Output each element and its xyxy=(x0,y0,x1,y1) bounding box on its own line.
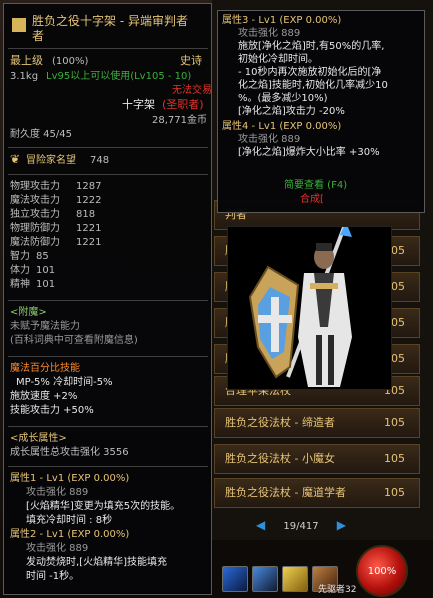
attr1-sub: 攻击强化 889 xyxy=(26,487,89,498)
skill-line: 施放速度 +2% xyxy=(10,391,78,402)
stat-value: 1222 xyxy=(76,195,102,206)
enchant-header: <附魔> xyxy=(10,307,47,318)
attr3-desc-line: 化之焰]技能时,初始化几率减少10 xyxy=(238,80,388,91)
stat-value: 101 xyxy=(36,265,56,276)
prev-page-icon[interactable]: ◀ xyxy=(256,518,265,534)
divider xyxy=(8,48,208,49)
item-type-tag: (圣职者) xyxy=(162,98,204,111)
skill-line: MP-5% 冷却时间-5% xyxy=(16,377,113,388)
attr2-sub: 攻击强化 889 xyxy=(26,543,89,554)
skill-slot-icon[interactable] xyxy=(282,566,308,592)
grade: 最上级 xyxy=(10,54,43,67)
growth-header: <成长属性> xyxy=(10,433,67,444)
skill-slot-icon[interactable] xyxy=(222,566,248,592)
stat-label: 智力 xyxy=(10,251,30,262)
stat-value: 1287 xyxy=(76,181,102,192)
page-indicator: 19/417 xyxy=(283,520,319,532)
divider xyxy=(8,426,208,427)
stat-label: 魔法攻击力 xyxy=(10,195,60,206)
stat-label: 体力 xyxy=(10,265,30,276)
stat-label: 物理防御力 xyxy=(10,223,60,234)
recipe-level: 105 xyxy=(384,451,405,465)
recipe-name: 胜负之役法杖 - 缔造者 xyxy=(225,415,335,429)
item-preview-image xyxy=(227,226,392,390)
stat-label: 物理攻击力 xyxy=(10,181,60,192)
recipe-level: 105 xyxy=(384,415,405,429)
stat-value: 85 xyxy=(36,251,49,262)
enchant-none: 未赋予魔法能力 xyxy=(10,321,80,332)
recipe-name: 胜负之役法杖 - 小魔女 xyxy=(225,451,335,465)
rarity: 史诗 xyxy=(180,54,202,67)
divider xyxy=(8,147,208,148)
item-tooltip: 胜负之役十字架 - 异端审判者 者 最上级 (100%) 史诗 3.1kg Lv… xyxy=(3,3,212,595)
level-req: Lv95以上可以使用(Lv105 - 10) xyxy=(46,71,192,82)
attr4-desc-line: [净化之焰]爆炸大小比率 +30% xyxy=(238,147,380,158)
attr1-desc-line: [火焰精华]变更为填充5次的技能。 xyxy=(26,501,181,512)
attr2-header: 属性2 - Lv1 (EXP 0.00%) xyxy=(10,529,130,540)
skill-slot-icon[interactable] xyxy=(252,566,278,592)
next-page-icon[interactable]: ▶ xyxy=(337,518,346,534)
gold-price: 28,771金币 xyxy=(152,115,207,126)
skill-line: 魔法百分比技能 xyxy=(10,363,80,374)
pager: ◀ 19/417 ▶ xyxy=(256,518,346,534)
recipe-name: 胜负之役法杖 - 魔道学者 xyxy=(225,485,346,499)
stat-value: 1221 xyxy=(76,223,102,234)
divider xyxy=(8,174,208,175)
attr1-header: 属性1 - Lv1 (EXP 0.00%) xyxy=(10,473,130,484)
attr3-header: 属性3 - Lv1 (EXP 0.00%) xyxy=(222,15,342,26)
brief-view-link[interactable]: 简要查看 (F4) xyxy=(284,179,347,192)
skill-line: 技能攻击力 +50% xyxy=(10,405,94,416)
growth-total: 成长属性总攻击强化 3556 xyxy=(10,447,129,458)
fame-icon: ❦ xyxy=(10,152,21,166)
weight: 3.1kg xyxy=(10,71,39,82)
recipe-item[interactable]: 胜负之役法杖 - 小魔女 105 xyxy=(214,444,420,474)
attr4-sub: 攻击强化 889 xyxy=(238,134,301,145)
attr4-header: 属性4 - Lv1 (EXP 0.00%) xyxy=(222,121,342,132)
stat-value: 101 xyxy=(36,279,56,290)
trade-status: 无法交易 xyxy=(172,85,212,96)
attr2-desc-line: 时间 -1秒。 xyxy=(26,571,80,582)
attr3-desc-line: - 10秒内再次施放初始化后的[净 xyxy=(238,67,382,78)
item-name-cont: 者 xyxy=(32,29,45,43)
enchant-hint: (百科词典中可查看附魔信息) xyxy=(10,335,138,346)
recipe-item[interactable]: 胜负之役法杖 - 缔造者 105 xyxy=(214,408,420,438)
attr3-sub: 攻击强化 889 xyxy=(238,28,301,39)
attr3-desc-line: 施放[净化之焰]时,有50%的几率, xyxy=(238,41,385,52)
hp-orb: 100% xyxy=(356,545,408,597)
recipe-level: 105 xyxy=(384,485,405,499)
stat-value: 1221 xyxy=(76,237,102,248)
attr2-desc-line: 发动焚烧时,[火焰精华]技能填充 xyxy=(26,557,167,568)
item-name: 胜负之役十字架 - 异端审判者 xyxy=(32,14,188,28)
divider xyxy=(8,466,208,467)
item-tooltip-continued: 属性3 - Lv1 (EXP 0.00%) 攻击强化 889 施放[净化之焰]时… xyxy=(217,10,425,213)
fame-value: 748 xyxy=(90,155,110,166)
durability: 耐久度 45/45 xyxy=(10,129,72,140)
fame-label: 冒险家名望 xyxy=(26,155,76,166)
character-figure xyxy=(228,227,391,389)
divider xyxy=(8,300,208,301)
divider xyxy=(8,356,208,357)
stat-label: 魔法防御力 xyxy=(10,237,60,248)
hp-value: 100% xyxy=(367,565,397,577)
item-icon xyxy=(12,18,26,32)
stat-label: 独立攻击力 xyxy=(10,209,60,220)
attr3-desc-line: [净化之焰]攻击力 -20% xyxy=(238,106,345,117)
attr3-desc-line: %。(最多减少10%) xyxy=(238,93,328,104)
recipe-item[interactable]: 胜负之役法杖 - 魔道学者 105 xyxy=(214,478,420,508)
stat-value: 818 xyxy=(76,209,96,220)
attr3-desc-line: 初始化冷却时间。 xyxy=(238,54,318,65)
item-type: 十字架 xyxy=(122,98,155,111)
synth-label: 合成[ xyxy=(300,194,324,205)
hud-label: 先驱者32 xyxy=(318,585,357,595)
attr1-desc-line: 填充冷却时间 : 8秒 xyxy=(26,515,113,526)
grade-pct: (100%) xyxy=(52,56,89,67)
stat-label: 精神 xyxy=(10,279,30,290)
